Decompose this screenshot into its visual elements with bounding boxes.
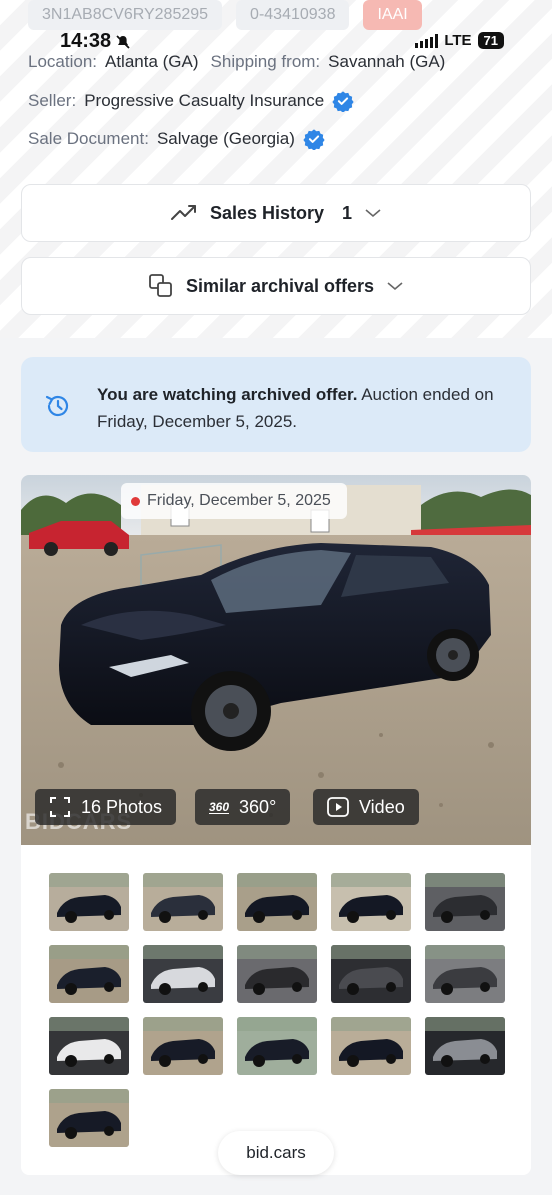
lot-chip[interactable]: 0-43410938 (236, 0, 350, 30)
auction-chip[interactable]: IAAI (363, 0, 422, 30)
site-url-pill[interactable]: bid.cars (218, 1131, 334, 1175)
photo-gallery: Friday, December 5, 2025 BIDCARS 16 Phot… (21, 475, 531, 1175)
all-photos-button[interactable]: 16 Photos (35, 789, 177, 825)
spin-360-button[interactable]: 360 360° (195, 789, 291, 825)
copy-icon (149, 274, 172, 297)
thumb-interior-trunk[interactable] (425, 873, 505, 931)
thumb-front-left[interactable] (49, 873, 129, 931)
thumb-key[interactable] (49, 1017, 129, 1075)
status-bar: 14:38 LTE 71 (0, 28, 552, 54)
shipping-value: Savannah (GA) (328, 52, 446, 71)
archived-notice: You are watching archived offer. Auction… (21, 357, 531, 452)
play-icon (327, 797, 349, 817)
shipping-label: Shipping from: (210, 52, 321, 71)
expand-icon (50, 797, 70, 817)
verified-badge-icon (303, 129, 325, 150)
thumb-front-damage[interactable] (49, 945, 129, 1003)
location-value: Atlanta (GA) (105, 52, 199, 71)
sales-history-count: 1 (342, 202, 353, 223)
video-button[interactable]: Video (313, 789, 419, 825)
video-label: Video (359, 796, 405, 817)
thumb-side-2[interactable] (331, 1017, 411, 1075)
all-photos-label: 16 Photos (81, 796, 163, 817)
id-chips: 3N1AB8CV6RY285295 0-43410938 IAAI (28, 0, 422, 30)
document-label: Sale Document: (28, 129, 149, 148)
thumb-instrument-cluster[interactable] (143, 945, 223, 1003)
live-dot-icon (131, 497, 140, 506)
thumb-trunk[interactable] (331, 945, 411, 1003)
archived-notice-bold: You are watching archived offer. (97, 385, 358, 404)
battery-icon: 71 (477, 32, 504, 49)
bell-muted-icon (116, 34, 130, 49)
archived-notice-text: You are watching archived offer. Auction… (97, 381, 517, 435)
spin-360-label: 360° (239, 796, 277, 817)
location-row: Location: Atlanta (GA) Shipping from: Sa… (28, 52, 445, 72)
signal-icon (415, 33, 439, 48)
chevron-down-icon (387, 282, 403, 291)
status-time-wrap: 14:38 (60, 30, 131, 53)
photo-date: Friday, December 5, 2025 (121, 483, 347, 519)
vin-chip[interactable]: 3N1AB8CV6RY285295 (28, 0, 223, 30)
thumbnail-grid (49, 873, 509, 1147)
photo-date-text: Friday, December 5, 2025 (147, 492, 331, 509)
thumb-floor-mat[interactable] (237, 945, 317, 1003)
status-time: 14:38 (60, 30, 112, 52)
thumb-rear-left[interactable] (237, 873, 317, 931)
thumb-engine-bay[interactable] (425, 945, 505, 1003)
similar-offers-button[interactable]: Similar archival offers (21, 257, 531, 315)
spin-360-icon: 360 (209, 799, 230, 814)
network-label: LTE (444, 32, 472, 49)
similar-offers-label: Similar archival offers (185, 275, 375, 296)
trending-up-icon (170, 205, 196, 220)
thumb-side[interactable] (237, 1017, 317, 1075)
sales-history-label: Sales History (209, 202, 325, 223)
thumb-front-right[interactable] (143, 873, 223, 931)
seller-label: Seller: (28, 91, 77, 110)
vehicle-summary-section: 3N1AB8CV6RY285295 0-43410938 IAAI 14:38 … (0, 0, 552, 338)
history-icon (45, 395, 69, 417)
chevron-down-icon (365, 209, 381, 218)
sales-history-button[interactable]: Sales History 1 (21, 184, 531, 242)
status-right: LTE 71 (415, 32, 504, 49)
thumb-dashboard[interactable] (425, 1017, 505, 1075)
verified-badge-icon (332, 91, 354, 112)
seller-row: Seller: Progressive Casualty Insurance (28, 90, 354, 112)
location-label: Location: (28, 52, 97, 71)
thumb-rear[interactable] (49, 1089, 129, 1147)
document-value: Salvage (Georgia) (156, 129, 295, 148)
thumb-front[interactable] (143, 1017, 223, 1075)
document-row: Sale Document: Salvage (Georgia) (28, 128, 325, 150)
thumb-rear-right[interactable] (331, 873, 411, 931)
seller-value: Progressive Casualty Insurance (84, 91, 325, 110)
